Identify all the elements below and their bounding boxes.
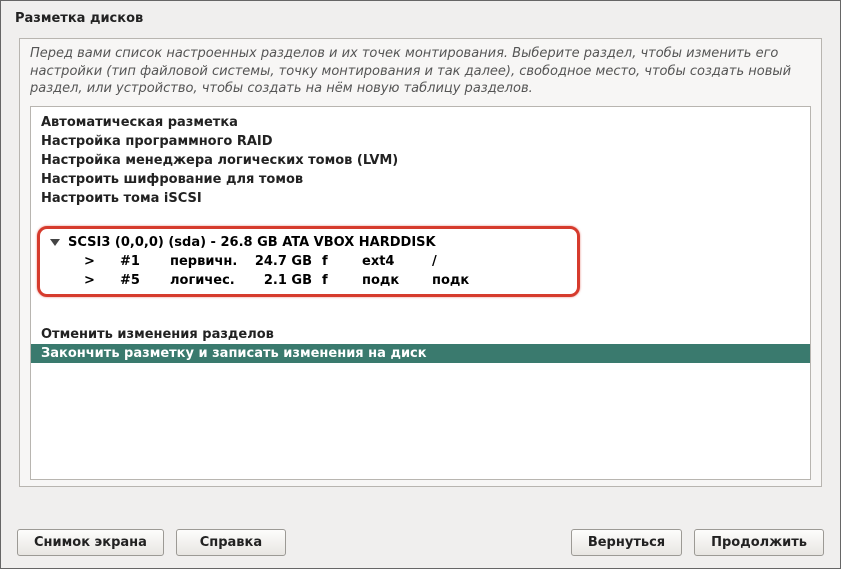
help-button[interactable]: Справка — [176, 529, 286, 556]
partition-fs: подк — [362, 273, 432, 288]
spacer — [31, 301, 810, 325]
partition-mount: подк — [432, 273, 492, 288]
partition-type: логичес. — [170, 273, 252, 288]
content-frame: Перед вами список настроенных разделов и… — [19, 38, 822, 487]
partition-indicator: > — [84, 273, 120, 288]
back-button[interactable]: Вернуться — [571, 529, 682, 556]
spacer — [298, 529, 559, 556]
screenshot-button[interactable]: Снимок экрана — [17, 529, 164, 556]
option-auto-partition[interactable]: Автоматическая разметка — [31, 113, 810, 132]
action-finish-partitioning[interactable]: Закончить разметку и записать изменения … — [31, 344, 810, 363]
partition-flag: f — [322, 273, 362, 288]
partition-fs: ext4 — [362, 254, 432, 269]
disk-highlight-annotation: SCSI3 (0,0,0) (sda) - 26.8 GB ATA VBOX H… — [37, 226, 580, 297]
description-text: Перед вами список настроенных разделов и… — [30, 45, 811, 98]
partition-size: 24.7 GB — [252, 254, 312, 269]
partition-number: #5 — [120, 273, 170, 288]
partition-row-1[interactable]: > #1 первичн. 24.7 GB f ext4 / — [44, 252, 573, 271]
continue-button[interactable]: Продолжить — [694, 529, 824, 556]
option-encrypt[interactable]: Настроить шифрование для томов — [31, 170, 810, 189]
partition-type: первичн. — [170, 254, 252, 269]
expand-icon — [50, 239, 60, 246]
button-bar: Снимок экрана Справка Вернуться Продолжи… — [1, 519, 840, 568]
partition-size: 2.1 GB — [252, 273, 312, 288]
partition-flag: f — [322, 254, 362, 269]
action-undo-changes[interactable]: Отменить изменения разделов — [31, 325, 810, 344]
option-iscsi[interactable]: Настроить тома iSCSI — [31, 189, 810, 208]
list-fill — [31, 363, 810, 473]
disk-sda-header[interactable]: SCSI3 (0,0,0) (sda) - 26.8 GB ATA VBOX H… — [44, 233, 573, 252]
option-raid[interactable]: Настройка программного RAID — [31, 132, 810, 151]
page-title: Разметка дисков — [1, 1, 840, 32]
partition-row-5[interactable]: > #5 логичес. 2.1 GB f подк подк — [44, 271, 573, 290]
spacer — [31, 208, 810, 222]
partition-mount: / — [432, 254, 492, 269]
disk-sda-label: SCSI3 (0,0,0) (sda) - 26.8 GB ATA VBOX H… — [68, 235, 436, 250]
partition-indicator: > — [84, 254, 120, 269]
partition-number: #1 — [120, 254, 170, 269]
option-lvm[interactable]: Настройка менеджера логических томов (LV… — [31, 151, 810, 170]
partition-list: Автоматическая разметка Настройка програ… — [30, 106, 811, 480]
installer-window: Разметка дисков Перед вами список настро… — [0, 0, 841, 569]
partition-list-inner: Автоматическая разметка Настройка програ… — [31, 107, 810, 479]
